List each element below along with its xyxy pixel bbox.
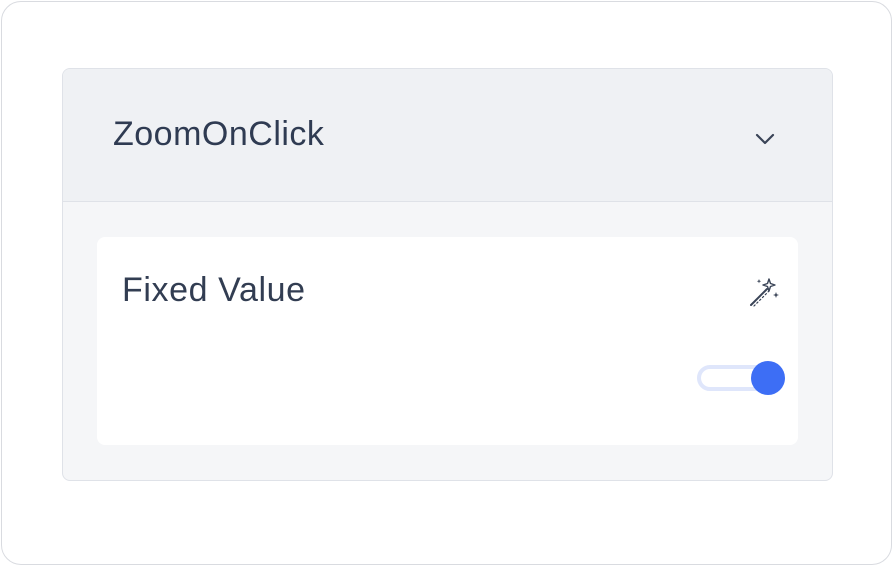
- field-label: Fixed Value: [122, 271, 306, 309]
- toggle-knob: [751, 361, 785, 395]
- chevron-down-icon[interactable]: [751, 125, 779, 153]
- panel-title: ZoomOnClick: [113, 115, 325, 153]
- outer-card: ZoomOnClick Fixed Value: [1, 1, 892, 565]
- fixed-value-toggle[interactable]: [697, 361, 785, 395]
- property-panel: ZoomOnClick Fixed Value: [62, 68, 833, 481]
- field-card: Fixed Value: [97, 237, 798, 445]
- magic-wand-icon[interactable]: [745, 275, 781, 311]
- panel-header[interactable]: ZoomOnClick: [63, 69, 832, 202]
